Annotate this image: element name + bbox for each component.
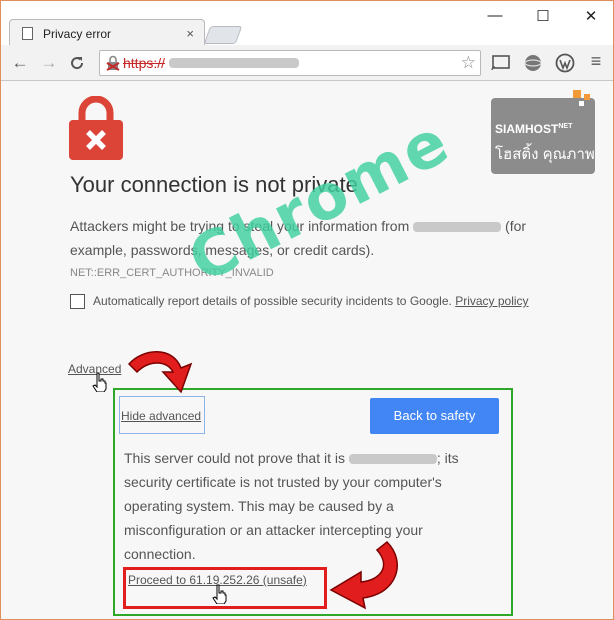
hand-cursor-icon [92, 372, 107, 392]
tab-close-icon[interactable]: × [186, 26, 194, 41]
back-arrow-icon[interactable]: ← [10, 53, 30, 73]
red-arrow-icon [127, 351, 193, 394]
report-option: Automatically report details of possible… [70, 289, 540, 313]
hand-cursor-icon-2 [212, 584, 227, 604]
domain-redacted [413, 222, 502, 233]
tab-privacy-error[interactable]: Privacy error × [9, 19, 205, 47]
title-bar: Privacy error × — ☐ ✕ [1, 1, 613, 47]
report-checkbox[interactable] [70, 294, 85, 310]
address-bar[interactable]: https:// ☆ [99, 50, 481, 76]
menu-icon[interactable]: ≡ [586, 51, 606, 72]
red-arrow-icon-2 [329, 540, 398, 610]
browser-window: Privacy error × — ☐ ✕ ← → https:// ☆ ≡ S… [0, 0, 614, 620]
wordpress-icon[interactable] [555, 53, 575, 73]
browser-toolbar: ← → https:// ☆ ≡ [1, 45, 613, 81]
page-title: Your connection is not private [70, 172, 358, 197]
logo-line1: SIAMHOSTNET [495, 122, 573, 136]
advanced-details: This server could not prove that it is ;… [124, 450, 459, 562]
tab-title: Privacy error [43, 26, 112, 41]
extension-globe-icon[interactable] [523, 53, 543, 73]
url-scheme: https:// [123, 55, 166, 71]
minimize-button[interactable]: — [485, 7, 505, 24]
maximize-button[interactable]: ☐ [533, 7, 553, 25]
interstitial-page: SIAMHOSTNET โฮสติ้ง คุณภาพ Your connecti… [1, 82, 613, 619]
insecure-lock-icon [106, 55, 120, 71]
red-lock-icon [69, 96, 123, 160]
siamhost-logo: SIAMHOSTNET โฮสติ้ง คุณภาพ [491, 90, 595, 174]
reload-icon[interactable] [68, 54, 86, 72]
close-window-button[interactable]: ✕ [581, 7, 601, 25]
document-icon [22, 27, 33, 40]
logo-dots-icon [573, 90, 590, 106]
new-tab-button[interactable] [203, 26, 243, 44]
forward-arrow-icon[interactable]: → [39, 53, 59, 73]
logo-line2: โฮสติ้ง คุณภาพ [495, 146, 595, 163]
cast-icon[interactable] [491, 55, 511, 71]
domain-redacted-2 [348, 454, 437, 465]
warning-message: Attackers might be trying to steal your … [70, 218, 527, 258]
error-code: NET::ERR_CERT_AUTHORITY_INVALID [70, 267, 274, 279]
privacy-policy-link[interactable]: Privacy policy [455, 294, 528, 308]
back-to-safety-button[interactable]: Back to safety [370, 398, 499, 434]
url-redacted [169, 58, 300, 68]
bookmark-star-icon[interactable]: ☆ [461, 53, 476, 73]
